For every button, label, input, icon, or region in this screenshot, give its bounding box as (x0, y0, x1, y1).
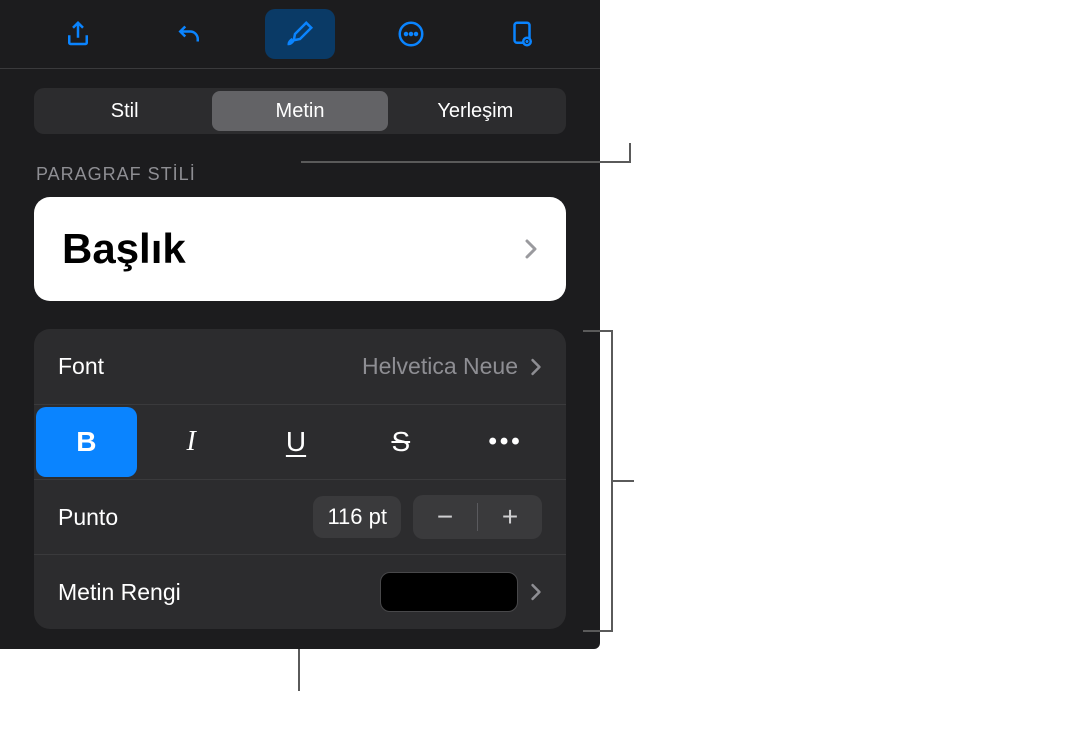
callout-line (583, 330, 613, 632)
top-toolbar (0, 0, 600, 69)
text-color-swatch[interactable] (380, 572, 518, 612)
paragraph-style-section-label: PARAGRAF STİLİ (34, 164, 566, 185)
font-label: Font (58, 353, 104, 380)
paragraph-style-selector[interactable]: Başlık (34, 197, 566, 301)
callout-line (301, 143, 631, 163)
paragraph-style-value: Başlık (62, 225, 186, 273)
more-circle-icon (396, 19, 426, 49)
font-value: Helvetica Neue (362, 353, 518, 380)
size-label: Punto (58, 504, 118, 531)
size-stepper: − + (413, 495, 542, 539)
font-row[interactable]: Font Helvetica Neue (34, 329, 566, 404)
format-tabs: Stil Metin Yerleşim (34, 88, 566, 134)
callout-line (298, 649, 300, 691)
text-style-buttons: B I U S ••• (34, 404, 566, 479)
tab-layout[interactable]: Yerleşim (388, 91, 563, 131)
size-increase-button[interactable]: + (478, 495, 542, 539)
more-dots-icon: ••• (488, 428, 522, 456)
format-button[interactable] (265, 9, 335, 59)
more-text-options-button[interactable]: ••• (455, 407, 556, 477)
callout-line (612, 480, 634, 482)
chevron-right-icon (530, 357, 542, 377)
text-color-label: Metin Rengi (58, 579, 181, 606)
format-panel: Stil Metin Yerleşim PARAGRAF STİLİ Başlı… (0, 0, 600, 649)
size-row: Punto 116 pt − + (34, 479, 566, 554)
doc-view-icon (507, 19, 537, 49)
format-brush-icon (285, 19, 315, 49)
document-view-button[interactable] (487, 9, 557, 59)
undo-icon (174, 19, 204, 49)
tab-style[interactable]: Stil (37, 91, 212, 131)
bold-button[interactable]: B (36, 407, 137, 477)
undo-button[interactable] (154, 9, 224, 59)
tab-text[interactable]: Metin (212, 91, 387, 131)
size-decrease-button[interactable]: − (413, 495, 477, 539)
size-value[interactable]: 116 pt (313, 496, 401, 538)
share-icon (63, 19, 93, 49)
share-button[interactable] (43, 9, 113, 59)
italic-button[interactable]: I (141, 407, 242, 477)
strikethrough-button[interactable]: S (350, 407, 451, 477)
underline-button[interactable]: U (246, 407, 347, 477)
more-button[interactable] (376, 9, 446, 59)
chevron-right-icon (530, 582, 542, 602)
text-color-row[interactable]: Metin Rengi (34, 554, 566, 629)
text-format-card: Font Helvetica Neue B I U S ••• Punto (34, 329, 566, 629)
chevron-right-icon (524, 238, 538, 260)
